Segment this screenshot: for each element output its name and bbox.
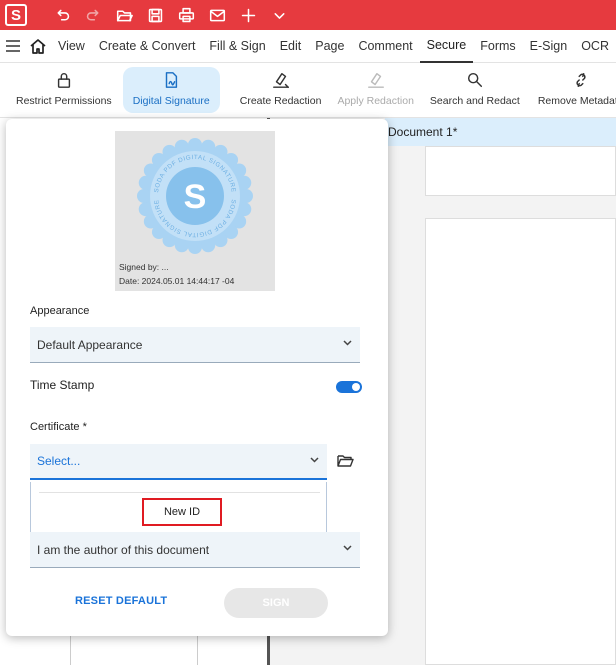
menu-ocr[interactable]: OCR xyxy=(574,30,616,63)
chevron-down-icon xyxy=(310,457,319,463)
open-icon[interactable] xyxy=(109,0,140,30)
new-id-option[interactable]: New ID xyxy=(142,498,222,526)
time-stamp-label: Time Stamp xyxy=(30,378,95,392)
seal-letter: S xyxy=(184,178,207,216)
menu-bar: View Create & Convert Fill & Sign Edit P… xyxy=(0,30,616,63)
certificate-label: Certificate * xyxy=(30,421,87,433)
dropdown-divider xyxy=(39,492,320,493)
lock-icon xyxy=(57,73,70,88)
menu-page[interactable]: Page xyxy=(308,30,351,63)
appearance-select[interactable]: Default Appearance xyxy=(30,327,360,363)
signature-preview: S SODA PDF DIGITAL SIGNATURE SODA PDF DI… xyxy=(115,131,275,291)
seal-scallop xyxy=(237,175,252,190)
ribbon-label: Digital Signature xyxy=(132,95,210,107)
ribbon-label: Remove Metadata xyxy=(537,95,616,107)
app-logo[interactable]: S xyxy=(5,4,27,26)
document-page xyxy=(425,146,616,196)
seal-scallop xyxy=(201,238,216,253)
chevron-down-icon xyxy=(343,340,352,346)
time-stamp-toggle[interactable] xyxy=(336,381,362,393)
signature-date-text: Date: 2024.05.01 14:44:17 -04 xyxy=(119,276,235,286)
apply-redaction-icon xyxy=(367,72,384,88)
redo-icon[interactable] xyxy=(78,0,109,30)
menu-edit[interactable]: Edit xyxy=(273,30,309,63)
menu-esign[interactable]: E-Sign xyxy=(523,30,575,63)
certificate-dropdown: New ID xyxy=(30,482,327,533)
seal-scallop xyxy=(137,189,151,203)
create-redaction-button[interactable]: Create Redaction xyxy=(234,67,328,113)
restrict-permissions-button[interactable]: Restrict Permissions xyxy=(10,67,118,113)
ribbon-label: Restrict Permissions xyxy=(16,95,112,107)
ribbon-label: Search and Redact xyxy=(429,95,520,107)
unlink-icon xyxy=(576,72,586,88)
seal-scallop xyxy=(138,202,153,217)
home-icon[interactable] xyxy=(25,38,50,54)
print-icon[interactable] xyxy=(171,0,202,30)
chevron-down-icon xyxy=(343,545,352,551)
menu-comment[interactable]: Comment xyxy=(351,30,419,63)
certificate-placeholder: Select... xyxy=(37,454,81,468)
seal-scallop xyxy=(237,202,252,217)
digital-signature-panel: S SODA PDF DIGITAL SIGNATURE SODA PDF DI… xyxy=(6,119,388,636)
document-tab[interactable]: Document 1* xyxy=(385,118,616,146)
apply-redaction-button[interactable]: Apply Redaction xyxy=(331,67,419,113)
redaction-icon xyxy=(272,72,289,88)
secure-ribbon: Restrict Permissions Digital Signature C… xyxy=(0,63,616,118)
mail-icon[interactable] xyxy=(202,0,233,30)
reason-select[interactable]: I am the author of this document xyxy=(30,532,360,568)
seal-scallop xyxy=(188,138,202,152)
save-icon[interactable] xyxy=(140,0,171,30)
digital-signature-button[interactable]: Digital Signature xyxy=(122,67,220,113)
reset-default-button[interactable]: RESET DEFAULT xyxy=(75,595,167,607)
search-and-redact-button[interactable]: Search and Redact xyxy=(424,67,526,113)
search-icon xyxy=(467,72,482,88)
seal-scallop xyxy=(174,238,189,253)
seal-scallop xyxy=(201,139,216,154)
seal-scallop xyxy=(138,175,153,190)
menu-view[interactable]: View xyxy=(51,30,92,63)
seal-scallop xyxy=(188,240,202,254)
certificate-select[interactable]: Select... xyxy=(30,444,327,480)
sign-button[interactable]: SIGN xyxy=(224,588,328,618)
ribbon-label: Apply Redaction xyxy=(337,95,414,107)
chevron-down-icon[interactable] xyxy=(264,0,295,30)
hamburger-icon[interactable] xyxy=(0,40,25,52)
signature-icon xyxy=(165,72,178,88)
add-icon[interactable] xyxy=(233,0,264,30)
appearance-label: Appearance xyxy=(30,305,90,317)
signature-seal-icon: S SODA PDF DIGITAL SIGNATURE SODA PDF DI… xyxy=(137,138,253,254)
undo-icon[interactable] xyxy=(47,0,78,30)
menu-secure[interactable]: Secure xyxy=(419,30,474,63)
document-page xyxy=(425,218,616,665)
folder-open-icon[interactable] xyxy=(337,454,354,468)
reason-value: I am the author of this document xyxy=(37,542,210,557)
seal-scallop xyxy=(174,139,189,154)
menu-forms[interactable]: Forms xyxy=(473,30,522,63)
seal-scallop xyxy=(239,189,253,203)
ribbon-label: Create Redaction xyxy=(239,95,322,107)
appearance-value: Default Appearance xyxy=(37,337,143,352)
remove-metadata-button[interactable]: Remove Metadata xyxy=(532,67,616,113)
menu-fill-sign[interactable]: Fill & Sign xyxy=(202,30,272,63)
title-bar: S xyxy=(0,0,616,30)
menu-create-convert[interactable]: Create & Convert xyxy=(92,30,203,63)
signed-by-text: Signed by: ... xyxy=(119,262,169,272)
